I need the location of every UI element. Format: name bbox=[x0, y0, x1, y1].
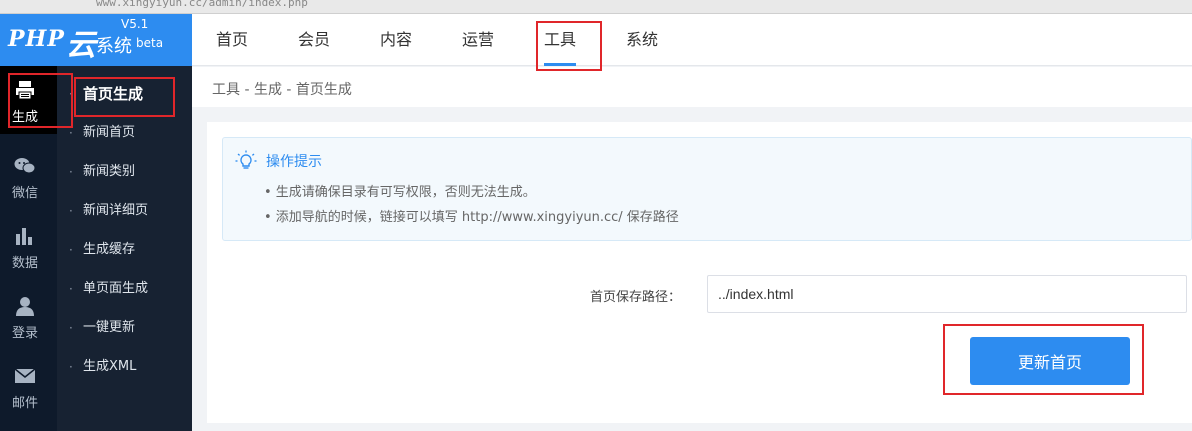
tip-line: • 添加导航的时候，链接可以填写 http://www.xingyiyun.cc… bbox=[264, 210, 679, 225]
wechat-icon bbox=[14, 158, 36, 174]
browser-url: www.xingyiyun.cc/admin/index.php bbox=[96, 0, 308, 9]
printer-icon bbox=[16, 81, 34, 100]
sidebar-item-wechat[interactable]: 微信 bbox=[0, 142, 57, 210]
browser-address-strip: www.xingyiyun.cc/admin/index.php bbox=[0, 0, 1192, 14]
submenu-item-label: 单页面生成 bbox=[83, 281, 149, 296]
sidebar-item-mail[interactable]: 邮件 bbox=[0, 352, 57, 420]
bullet-icon: · bbox=[69, 204, 73, 218]
save-path-input[interactable] bbox=[707, 275, 1187, 313]
submenu-item-news-home[interactable]: · 新闻首页 bbox=[57, 115, 192, 151]
submenu-item-xml[interactable]: · 生成XML bbox=[57, 349, 192, 385]
nav-content-label: 内容 bbox=[380, 30, 413, 49]
logo-version: V5.1 bbox=[121, 17, 149, 31]
nav-home[interactable]: 首页 bbox=[216, 14, 248, 66]
submenu-item-label: 生成XML bbox=[83, 359, 137, 374]
nav-home-label: 首页 bbox=[216, 30, 249, 49]
submenu-item-news-category[interactable]: · 新闻类别 bbox=[57, 154, 192, 190]
sidebar-item-label: 生成 bbox=[12, 110, 39, 125]
app-logo: PHP 云 系统 V5.1 beta bbox=[0, 14, 192, 66]
nav-members-label: 会员 bbox=[298, 30, 331, 49]
nav-operations-label: 运营 bbox=[462, 30, 495, 49]
sidebar-item-label: 微信 bbox=[12, 186, 39, 201]
lightbulb-icon bbox=[235, 150, 257, 169]
breadcrumb-bar: 工具 - 生成 - 首页生成 bbox=[192, 67, 1192, 107]
bullet-icon: · bbox=[69, 321, 73, 335]
submenu-item-label: 首页生成 bbox=[83, 85, 144, 103]
logo-yun: 云 bbox=[66, 28, 96, 63]
nav-active-underline bbox=[544, 63, 577, 66]
operation-tip-box: 操作提示 • 生成请确保目录有可写权限，否则无法生成。 • 添加导航的时候，链接… bbox=[222, 137, 1192, 241]
nav-tools[interactable]: 工具 bbox=[544, 14, 577, 66]
user-icon bbox=[16, 297, 34, 316]
submenu-item-cache[interactable]: · 生成缓存 bbox=[57, 232, 192, 268]
bullet-icon: · bbox=[69, 87, 73, 101]
tip-line: • 生成请确保目录有可写权限，否则无法生成。 bbox=[264, 185, 536, 200]
icon-sidebar: 生成 微信 数据 登录 邮件 bbox=[0, 66, 57, 431]
nav-tools-label: 工具 bbox=[544, 30, 577, 49]
bar-chart-icon bbox=[16, 228, 32, 245]
breadcrumb: 工具 - 生成 - 首页生成 bbox=[212, 82, 352, 98]
sub-menu: · 首页生成 · 新闻首页 · 新闻类别 · 新闻详细页 · 生成缓存 · 单页… bbox=[57, 66, 192, 431]
sidebar-item-generate[interactable]: 生成 bbox=[0, 66, 57, 134]
logo-php: PHP bbox=[8, 26, 65, 52]
logo-beta: beta bbox=[136, 36, 164, 50]
update-home-button[interactable]: 更新首页 bbox=[970, 337, 1130, 385]
bullet-icon: · bbox=[69, 282, 73, 296]
submenu-item-label: 新闻首页 bbox=[83, 125, 136, 140]
envelope-icon bbox=[14, 368, 36, 383]
save-path-label: 首页保存路径： bbox=[590, 290, 682, 305]
nav-system-label: 系统 bbox=[626, 30, 659, 49]
submenu-item-label: 新闻详细页 bbox=[83, 203, 149, 218]
logo-system: 系统 bbox=[96, 36, 132, 57]
nav-system[interactable]: 系统 bbox=[626, 14, 658, 66]
bullet-icon: · bbox=[69, 243, 73, 257]
bullet-icon: · bbox=[69, 360, 73, 374]
sidebar-item-label: 登录 bbox=[12, 326, 39, 341]
submenu-item-one-click-update[interactable]: · 一键更新 bbox=[57, 310, 192, 346]
submenu-item-label: 生成缓存 bbox=[83, 242, 136, 257]
submenu-item-label: 新闻类别 bbox=[83, 164, 136, 179]
tip-title: 操作提示 bbox=[266, 154, 322, 170]
bullet-icon: · bbox=[69, 165, 73, 179]
submenu-item-news-detail[interactable]: · 新闻详细页 bbox=[57, 193, 192, 229]
top-nav: 首页 会员 内容 运营 工具 系统 bbox=[192, 14, 1192, 66]
submenu-item-label: 一键更新 bbox=[83, 320, 136, 335]
sidebar-item-label: 数据 bbox=[12, 256, 39, 271]
submenu-item-single-page[interactable]: · 单页面生成 bbox=[57, 271, 192, 307]
nav-content[interactable]: 内容 bbox=[380, 14, 412, 66]
sidebar-item-data[interactable]: 数据 bbox=[0, 212, 57, 280]
sidebar-item-label: 邮件 bbox=[12, 396, 39, 411]
nav-operations[interactable]: 运营 bbox=[462, 14, 494, 66]
bullet-icon: · bbox=[69, 126, 73, 140]
nav-members[interactable]: 会员 bbox=[298, 14, 330, 66]
sidebar-item-login[interactable]: 登录 bbox=[0, 282, 57, 350]
main-panel: 操作提示 • 生成请确保目录有可写权限，否则无法生成。 • 添加导航的时候，链接… bbox=[207, 122, 1192, 423]
submenu-item-home-generate[interactable]: · 首页生成 bbox=[57, 76, 192, 112]
